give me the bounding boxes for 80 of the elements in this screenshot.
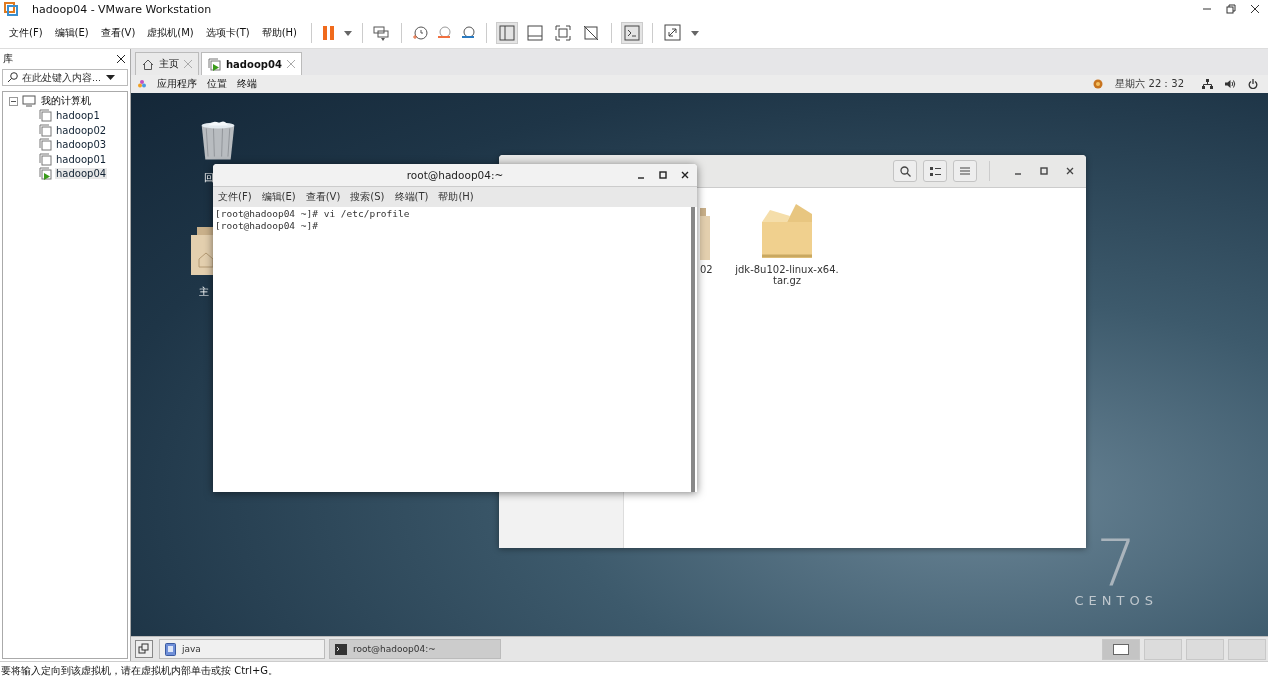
view-toggle-button[interactable]	[923, 160, 947, 182]
menu-item[interactable]: 编辑(E)	[54, 26, 89, 40]
close-icon[interactable]	[681, 171, 689, 179]
close-icon[interactable]	[117, 55, 125, 63]
vmware-tools-icon[interactable]	[1093, 79, 1104, 89]
window-title: root@hadoop04:~	[406, 169, 504, 181]
file-name: jdk-8u102-linux-x64. tar.gz	[735, 264, 839, 286]
restore-icon[interactable]	[1226, 4, 1236, 14]
menu-item[interactable]: 虚拟机(M)	[147, 26, 194, 40]
scrollbar[interactable]	[691, 207, 695, 492]
centos-number: 7	[1095, 533, 1137, 593]
trash-icon[interactable]	[199, 121, 237, 161]
menu-item[interactable]: 终端(T)	[394, 190, 429, 204]
search-button[interactable]	[893, 160, 917, 182]
revert-snapshot-icon[interactable]	[436, 25, 453, 41]
menu-icon	[960, 167, 970, 175]
file-name: 02	[700, 264, 713, 275]
menu-item[interactable]: 文件(F)	[9, 26, 43, 40]
computer-icon	[22, 95, 36, 108]
stretch-icon[interactable]	[663, 23, 684, 43]
list-view-icon	[929, 166, 941, 176]
menu-item[interactable]: 选项卡(T)	[205, 26, 250, 40]
running-vm-icon	[208, 57, 221, 71]
show-desktop-icon[interactable]	[135, 640, 153, 658]
close-icon[interactable]	[1066, 167, 1074, 175]
menu-button[interactable]	[953, 160, 977, 182]
pause-icon[interactable]	[322, 25, 337, 41]
maximize-icon[interactable]	[1040, 167, 1048, 175]
power-icon[interactable]	[1248, 79, 1258, 89]
menu-item[interactable]: 文件(F)	[218, 190, 252, 204]
menu-item[interactable]: 帮助(H)	[438, 190, 474, 204]
menu-item[interactable]: 应用程序	[157, 77, 197, 91]
close-icon[interactable]	[1250, 4, 1260, 14]
snapshot-icon[interactable]	[412, 25, 429, 41]
library-title: 库	[3, 52, 13, 66]
tree-item[interactable]: 我的计算机	[40, 94, 92, 109]
tab[interactable]: hadoop04	[201, 52, 302, 75]
tab[interactable]: 主页	[135, 52, 199, 75]
taskbar-button[interactable]: java	[159, 639, 325, 659]
search-field[interactable]: 在此处键入内容...	[2, 69, 128, 86]
full-screen-icon[interactable]	[553, 23, 574, 43]
status-text: 要将输入定向到该虚拟机，请在虚拟机内部单击或按 Ctrl+G。	[1, 664, 279, 678]
menu-item[interactable]: 位置	[207, 77, 227, 91]
menu-item[interactable]: 帮助(H)	[261, 26, 298, 40]
menu-item[interactable]: 搜索(S)	[350, 190, 385, 204]
menu-item[interactable]: 查看(V)	[100, 26, 136, 40]
window-title: hadoop04 - VMware Workstation	[32, 2, 212, 16]
menu-item[interactable]: 编辑(E)	[261, 190, 296, 204]
tree-item[interactable]: hadoop1	[55, 110, 101, 122]
search-icon	[7, 72, 18, 83]
centos-wordmark: CENTOS	[1074, 593, 1158, 608]
app-icon	[165, 642, 176, 656]
collapse-toggle-icon[interactable]	[9, 96, 18, 106]
tree-item[interactable]: hadoop04	[55, 168, 108, 180]
menu-item[interactable]: 查看(V)	[305, 190, 341, 204]
taskbar-button[interactable]: root@hadoop04:~	[329, 639, 501, 659]
maximize-icon[interactable]	[659, 171, 667, 179]
home-icon	[142, 58, 154, 70]
terminal-icon	[335, 643, 347, 655]
tree-item[interactable]: hadoop03	[55, 139, 108, 151]
sidebar-view-icon[interactable]	[497, 23, 518, 43]
menu-item[interactable]: 终端	[237, 77, 257, 91]
volume-icon	[1225, 79, 1236, 89]
tree-item[interactable]: hadoop01	[55, 153, 108, 165]
console-icon[interactable]	[622, 23, 643, 43]
snapshot-manager-icon[interactable]	[460, 25, 477, 41]
app-logo-icon	[4, 2, 18, 16]
tree-item[interactable]: hadoop02	[55, 124, 108, 136]
thumbnail-view-icon[interactable]	[525, 23, 546, 43]
dropdown-caret-icon[interactable]	[106, 75, 115, 80]
send-keys-icon[interactable]	[373, 25, 392, 41]
search-icon	[899, 165, 911, 177]
network-icon	[1202, 79, 1213, 89]
terminal-line: [root@hadoop04 ~]#	[215, 220, 319, 232]
workspace-button[interactable]	[1102, 638, 1140, 660]
icon-label: 回	[204, 171, 214, 185]
clock[interactable]: 星期六 22：32	[1115, 77, 1184, 91]
applications-icon	[137, 79, 147, 89]
icon-label: 主	[199, 285, 209, 299]
terminal-line: [root@hadoop04 ~]# vi /etc/profile	[215, 208, 411, 220]
